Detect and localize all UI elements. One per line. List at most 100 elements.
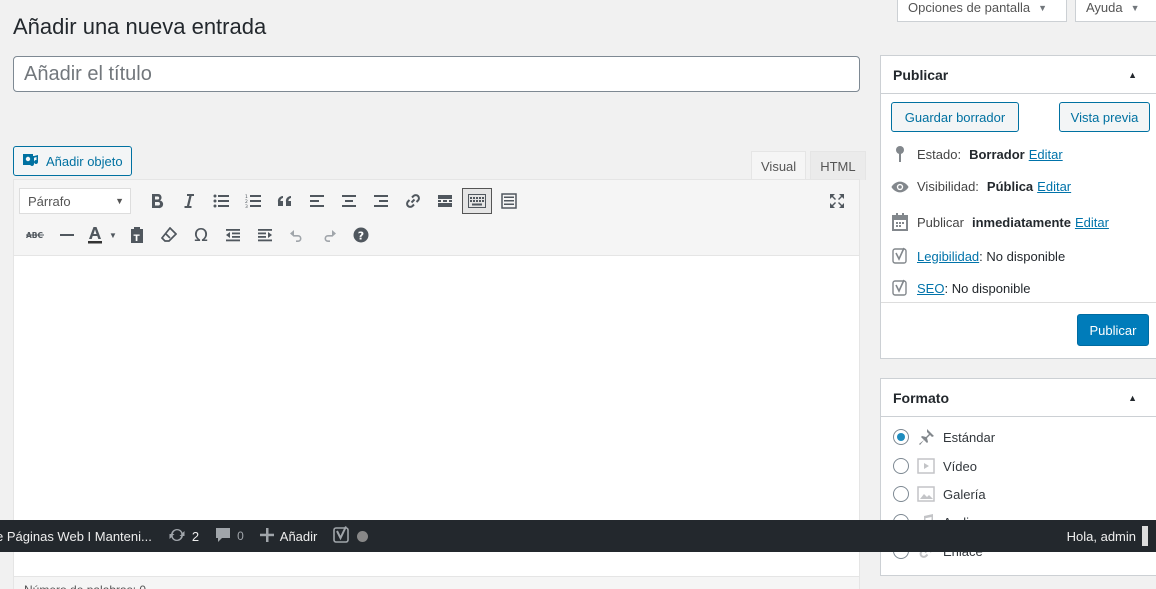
numbered-list-icon[interactable]: 123 — [237, 187, 269, 215]
bullet-list-icon[interactable] — [205, 187, 237, 215]
publish-box: Publicar ▲ Guardar borrador Vista previa… — [880, 55, 1156, 359]
pin-icon — [891, 145, 909, 163]
visibility-label: Visibilidad: — [917, 179, 979, 194]
site-name-label: e Páginas Web I Manteni... — [0, 528, 152, 544]
eye-icon — [891, 180, 909, 194]
outdent-icon[interactable] — [217, 221, 249, 249]
align-left-icon[interactable] — [301, 187, 333, 215]
publish-button[interactable]: Publicar — [1077, 314, 1149, 346]
format-select[interactable]: Párrafo ▼ — [19, 188, 131, 214]
comments-count: 0 — [237, 529, 244, 543]
status-label: Estado: — [917, 146, 962, 162]
seo-link[interactable]: SEO — [917, 281, 944, 296]
fullscreen-icon[interactable] — [821, 187, 853, 215]
status-value: Borrador — [969, 146, 1025, 162]
pushpin-icon — [917, 429, 935, 445]
publish-box-title: Publicar — [893, 66, 949, 83]
format-option-label: Galería — [943, 486, 986, 502]
indent-icon[interactable] — [249, 221, 281, 249]
help-icon[interactable]: ? — [345, 221, 377, 249]
text-color-icon[interactable]: ▼ — [83, 221, 121, 249]
add-media-label: Añadir objeto — [46, 153, 123, 169]
radio-button[interactable] — [893, 458, 909, 474]
seo-value: : No disponible — [944, 280, 1031, 296]
seo-row: SEO : No disponible — [891, 279, 1030, 297]
read-more-icon[interactable] — [429, 187, 461, 215]
readability-value: : No disponible — [979, 248, 1066, 264]
publish-box-header[interactable]: Publicar ▲ — [881, 56, 1156, 94]
radio-button[interactable] — [893, 486, 909, 502]
post-title-input[interactable] — [13, 56, 860, 92]
tab-visual[interactable]: Visual — [751, 151, 807, 180]
paste-text-icon[interactable]: T — [121, 221, 153, 249]
video-icon — [917, 458, 935, 474]
redo-icon[interactable] — [313, 221, 345, 249]
radio-button[interactable] — [893, 429, 909, 445]
align-center-icon[interactable] — [333, 187, 365, 215]
edit-status-link[interactable]: Editar — [1029, 147, 1063, 162]
admin-bar: e Páginas Web I Manteni... 2 0 Añadir Ho… — [0, 520, 1156, 552]
tab-html[interactable]: HTML — [810, 151, 866, 180]
toolbar-toggle-icon[interactable] — [462, 188, 492, 214]
italic-icon[interactable] — [173, 187, 205, 215]
format-box-title: Formato — [893, 389, 949, 406]
edit-schedule-link[interactable]: Editar — [1075, 215, 1109, 230]
page-title: Añadir una nueva entrada — [13, 14, 267, 39]
admin-bar-account[interactable]: Hola, admin — [1067, 520, 1156, 552]
readability-link[interactable]: Legibilidad — [917, 249, 979, 264]
caret-down-icon: ▼ — [1130, 2, 1140, 13]
align-right-icon[interactable] — [365, 187, 397, 215]
screen-options-button[interactable]: Opciones de pantalla ▼ — [897, 0, 1067, 22]
help-label: Ayuda — [1086, 0, 1123, 15]
add-media-icon — [22, 152, 40, 171]
format-option-gallery[interactable]: Galería — [893, 486, 986, 502]
undo-icon[interactable] — [281, 221, 313, 249]
edit-visibility-link[interactable]: Editar — [1037, 179, 1071, 194]
format-select-value: Párrafo — [28, 193, 71, 209]
divider — [881, 302, 1156, 303]
chevron-down-icon: ▼ — [115, 196, 124, 206]
link-icon[interactable] — [397, 187, 429, 215]
special-char-icon[interactable]: Ω — [185, 221, 217, 249]
yoast-icon — [891, 279, 909, 297]
format-box-header[interactable]: Formato ▲ — [881, 379, 1156, 417]
admin-bar-site-name[interactable]: e Páginas Web I Manteni... — [0, 520, 160, 552]
caret-up-icon[interactable]: ▲ — [1128, 393, 1137, 403]
visibility-value: Pública — [986, 179, 1034, 194]
format-option-standard[interactable]: Estándar — [893, 429, 995, 445]
comment-icon — [215, 527, 231, 546]
preview-button[interactable]: Vista previa — [1059, 102, 1150, 132]
admin-bar-updates[interactable]: 2 — [160, 520, 207, 552]
horizontal-line-icon[interactable] — [51, 221, 83, 249]
screen-options-label: Opciones de pantalla — [908, 0, 1031, 15]
admin-bar-comments[interactable]: 0 — [207, 520, 252, 552]
strikethrough-icon[interactable]: ABC — [19, 221, 51, 249]
calendar-icon — [891, 213, 909, 231]
bold-icon[interactable] — [141, 187, 173, 215]
yoast-status-dot-icon — [357, 530, 369, 542]
schedule-value: inmediatamente — [971, 214, 1071, 230]
svg-text:T: T — [134, 234, 141, 244]
svg-text:3: 3 — [245, 204, 248, 208]
admin-bar-yoast[interactable] — [325, 520, 376, 552]
clear-formatting-icon[interactable] — [153, 221, 185, 249]
add-new-label: Añadir — [279, 528, 318, 544]
caret-down-icon: ▼ — [1038, 2, 1048, 13]
yoast-icon — [333, 525, 351, 547]
greeting: Hola, admin — [1066, 528, 1136, 544]
admin-bar-new-content[interactable]: Añadir — [252, 520, 326, 552]
blockquote-icon[interactable] — [269, 187, 301, 215]
add-media-button[interactable]: Añadir objeto — [13, 146, 132, 176]
post-status-row: Estado: Borrador Editar — [891, 145, 1063, 163]
chevron-down-icon: ▼ — [109, 230, 117, 240]
save-draft-button[interactable]: Guardar borrador — [891, 102, 1019, 132]
editor-toolbar: Párrafo ▼ 123 ABC ▼ T Ω ? — [14, 180, 859, 256]
word-count: Número de palabras: 0 — [14, 576, 859, 589]
schedule-row: Publicar inmediatamente Editar — [891, 213, 1109, 231]
format-option-video[interactable]: Vídeo — [893, 458, 977, 474]
distraction-free-icon[interactable] — [493, 187, 525, 215]
caret-up-icon[interactable]: ▲ — [1128, 70, 1137, 80]
editor-tabs: Visual HTML — [751, 151, 866, 180]
format-option-label: Estándar — [943, 429, 996, 445]
help-button[interactable]: Ayuda ▼ — [1075, 0, 1156, 22]
